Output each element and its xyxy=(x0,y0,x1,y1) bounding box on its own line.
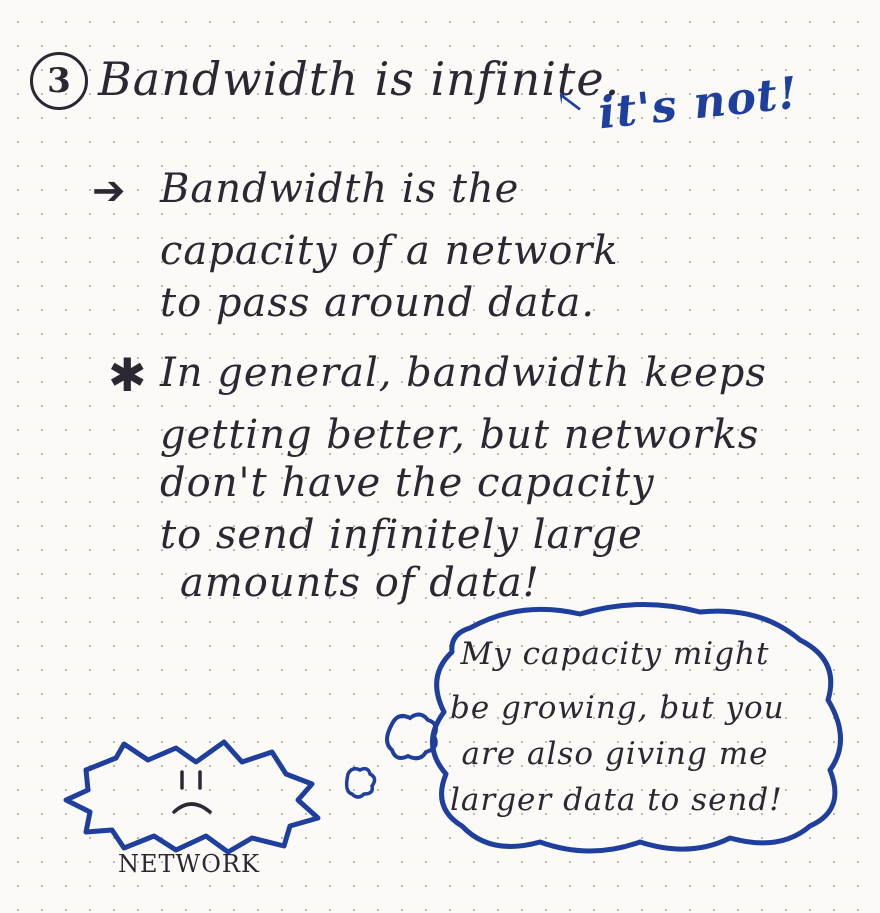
note-line: to send infinitely large xyxy=(160,512,643,558)
arrow-up-left-icon: ↖ xyxy=(553,80,588,124)
thought-bubble-line: My capacity might xyxy=(460,636,770,672)
note-line: amounts of data! xyxy=(180,560,540,606)
thought-bubble-line: are also giving me xyxy=(461,736,769,772)
note-line: In general, bandwidth keeps xyxy=(160,350,767,396)
note-line: getting better, but networks xyxy=(160,412,760,458)
asterisk-icon: ✱ xyxy=(108,348,147,402)
definition-line: Bandwidth is the xyxy=(160,166,520,212)
definition-line: capacity of a network xyxy=(160,228,619,274)
sad-face-icon xyxy=(172,770,212,814)
arrow-right-icon: ➔ xyxy=(92,168,126,214)
note-line: don't have the capacity xyxy=(160,460,655,506)
network-label: NETWORK xyxy=(118,850,260,878)
network-cloud xyxy=(63,739,321,855)
heading-number-badge: 3 xyxy=(30,52,88,110)
heading-title: Bandwidth is infinite. xyxy=(98,52,621,106)
thought-bubble-line: be growing, but you xyxy=(450,690,785,726)
thought-puff-small xyxy=(344,766,377,799)
thought-puff-large xyxy=(385,712,438,761)
definition-line: to pass around data. xyxy=(160,280,596,326)
thought-bubble-line: larger data to send! xyxy=(450,782,783,818)
